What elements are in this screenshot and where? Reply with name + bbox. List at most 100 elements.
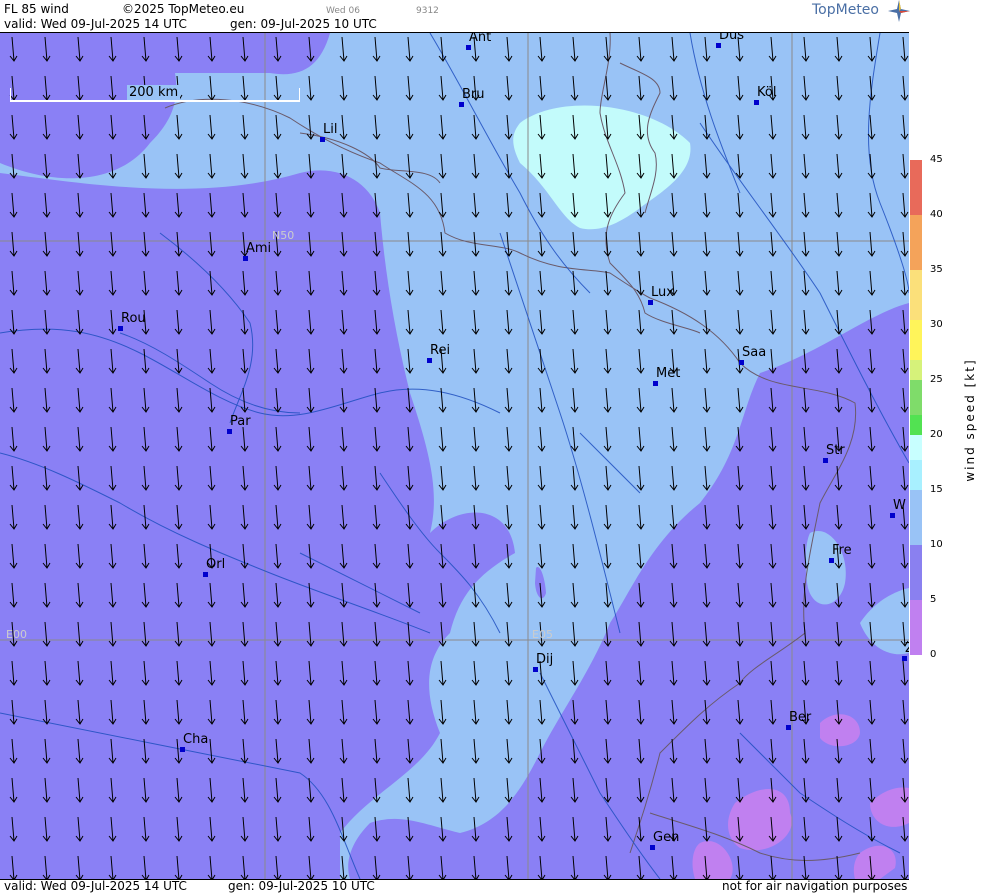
city-marker	[739, 360, 744, 365]
down-arrow-icon	[471, 582, 480, 608]
scale-bar: 200 km	[10, 85, 300, 102]
down-arrow-icon	[669, 504, 678, 530]
map-canvas	[0, 33, 909, 879]
down-arrow-icon	[834, 309, 843, 335]
city-marker	[890, 513, 895, 518]
down-arrow-icon	[504, 75, 513, 101]
down-arrow-icon	[438, 777, 447, 803]
city-marker	[653, 381, 658, 386]
down-arrow-icon	[801, 231, 810, 257]
down-arrow-icon	[504, 621, 513, 647]
down-arrow-icon	[669, 36, 678, 62]
down-arrow-icon	[438, 699, 447, 725]
down-arrow-icon	[471, 348, 480, 374]
grid-label-e05: E05	[532, 628, 553, 641]
cyan-region	[513, 105, 691, 230]
legend-color-segment	[910, 600, 922, 655]
down-arrow-icon	[438, 36, 447, 62]
down-arrow-icon	[438, 660, 447, 686]
down-arrow-icon	[372, 114, 381, 140]
city-marker	[754, 100, 759, 105]
down-arrow-icon	[702, 387, 711, 413]
down-arrow-icon	[339, 114, 348, 140]
legend-color-segment	[910, 415, 922, 435]
city-label: Köl	[757, 85, 777, 100]
map-title: FL 85 wind	[4, 2, 69, 16]
city-label: W	[893, 498, 906, 513]
down-arrow-icon	[570, 660, 579, 686]
down-arrow-icon	[768, 309, 777, 335]
down-arrow-icon	[603, 426, 612, 452]
down-arrow-icon	[537, 75, 546, 101]
down-arrow-icon	[570, 582, 579, 608]
legend-color-segment	[910, 270, 922, 320]
down-arrow-icon	[735, 75, 744, 101]
down-arrow-icon	[702, 114, 711, 140]
city-label: Cha	[183, 732, 209, 747]
down-arrow-icon	[405, 777, 414, 803]
down-arrow-icon	[471, 153, 480, 179]
down-arrow-icon	[768, 348, 777, 374]
down-arrow-icon	[669, 231, 678, 257]
city-marker	[459, 102, 464, 107]
down-arrow-icon	[735, 114, 744, 140]
down-arrow-icon	[537, 387, 546, 413]
city-marker	[650, 845, 655, 850]
down-arrow-icon	[537, 465, 546, 491]
city-marker	[648, 300, 653, 305]
wind-map[interactable]: 200 km N50 E00 E05 Ant Düs Bru Köl Lil Ami Rou…	[0, 32, 909, 880]
down-arrow-icon	[702, 465, 711, 491]
down-arrow-icon	[900, 114, 909, 140]
down-arrow-icon	[636, 387, 645, 413]
topmeteo-logo[interactable]: TopMeteo	[812, 0, 910, 22]
down-arrow-icon	[306, 153, 315, 179]
purple-region-main	[0, 170, 515, 879]
down-arrow-icon	[240, 153, 249, 179]
down-arrow-icon	[867, 36, 876, 62]
down-arrow-icon	[702, 231, 711, 257]
down-arrow-icon	[735, 192, 744, 218]
legend-color-segment	[910, 435, 922, 460]
city-marker	[533, 667, 538, 672]
legend-tick: 30	[930, 319, 943, 330]
down-arrow-icon	[372, 36, 381, 62]
down-arrow-icon	[405, 231, 414, 257]
city-label: Par	[230, 414, 251, 429]
city-label: Ber	[789, 710, 812, 725]
down-arrow-icon	[504, 348, 513, 374]
down-arrow-icon	[702, 309, 711, 335]
footer-generated: gen: 09-Jul-2025 10 UTC	[228, 879, 375, 893]
city-marker	[118, 326, 123, 331]
down-arrow-icon	[768, 153, 777, 179]
down-arrow-icon	[405, 75, 414, 101]
legend-color-segment	[910, 320, 922, 360]
down-arrow-icon	[504, 582, 513, 608]
city-label: Dij	[536, 652, 554, 667]
down-arrow-icon	[471, 465, 480, 491]
down-arrow-icon	[834, 153, 843, 179]
down-arrow-icon	[339, 36, 348, 62]
down-arrow-icon	[834, 270, 843, 296]
down-arrow-icon	[669, 309, 678, 335]
legend-tick: 35	[930, 264, 943, 275]
down-arrow-icon	[405, 270, 414, 296]
down-arrow-icon	[768, 192, 777, 218]
down-arrow-icon	[405, 153, 414, 179]
down-arrow-icon	[636, 309, 645, 335]
down-arrow-icon	[570, 270, 579, 296]
down-arrow-icon	[438, 309, 447, 335]
down-arrow-icon	[471, 660, 480, 686]
down-arrow-icon	[240, 114, 249, 140]
down-arrow-icon	[735, 153, 744, 179]
down-arrow-icon	[306, 75, 315, 101]
city-marker	[243, 256, 248, 261]
down-arrow-icon	[702, 192, 711, 218]
city-marker	[829, 558, 834, 563]
down-arrow-icon	[438, 231, 447, 257]
calm-patch-1	[820, 714, 860, 747]
down-arrow-icon	[537, 504, 546, 530]
down-arrow-icon	[702, 270, 711, 296]
down-arrow-icon	[636, 36, 645, 62]
legend-tick: 10	[930, 539, 943, 550]
down-arrow-icon	[207, 114, 216, 140]
